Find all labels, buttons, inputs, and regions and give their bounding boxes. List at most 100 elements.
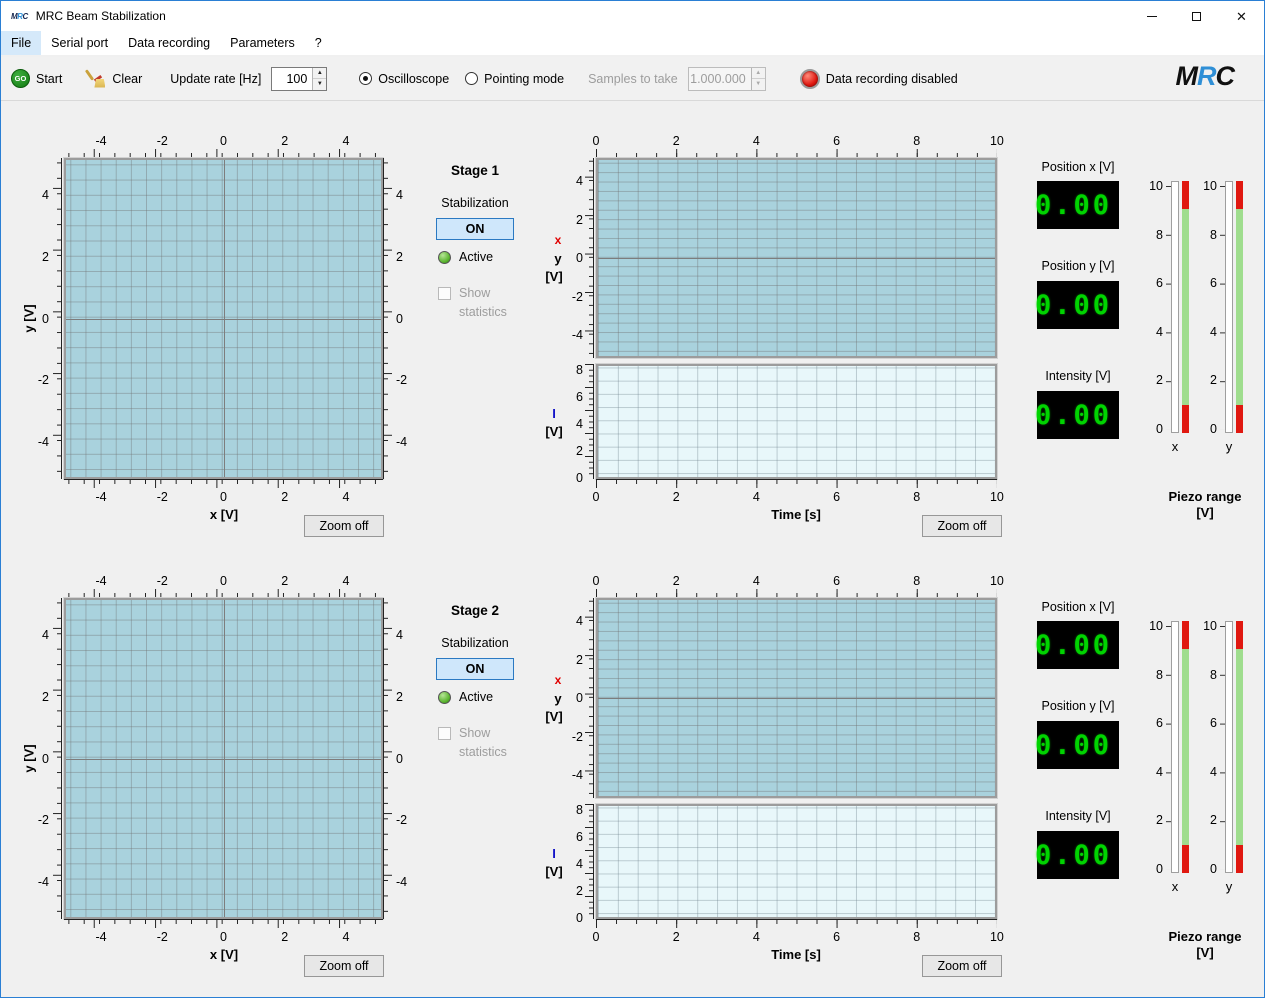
maximize-button[interactable] xyxy=(1174,1,1219,31)
spin-down-icon[interactable]: ▼ xyxy=(313,79,326,90)
stage-1-section: -4-2024 420-2-4 420-2-4 y [V] -4-2024 x … xyxy=(1,101,1264,541)
xy-zoom-off-button[interactable]: Zoom off xyxy=(304,955,384,977)
window-title: MRC Beam Stabilization xyxy=(36,9,166,23)
time-top-axis-labels: 0246810 xyxy=(584,574,1009,588)
update-rate-value[interactable]: 100 xyxy=(272,68,312,90)
tick-label: 8 xyxy=(905,574,929,588)
tick-label: 10 xyxy=(985,134,1009,148)
piezo-y-track xyxy=(1225,181,1233,433)
tick-label: 10 xyxy=(985,574,1009,588)
oscilloscope-radio[interactable] xyxy=(359,72,372,85)
intensity-plot-area[interactable] xyxy=(596,804,997,919)
pointing-mode-radio[interactable] xyxy=(465,72,478,85)
time-xy-plot-area[interactable] xyxy=(596,158,997,358)
xy-bottom-axis-labels: -4-2024 xyxy=(89,490,358,504)
position-y-display: 0.00 xyxy=(1037,721,1119,769)
piezo-y-scale-labels: 1086420 xyxy=(1197,618,1217,877)
tick-label: 4 xyxy=(744,574,768,588)
xy-zoom-off-button[interactable]: Zoom off xyxy=(304,515,384,537)
tick-label: -4 xyxy=(396,434,420,450)
tick-label: 0 xyxy=(396,751,420,767)
piezo-x-track xyxy=(1171,181,1179,433)
pointing-mode-label[interactable]: Pointing mode xyxy=(484,72,564,86)
oscilloscope-label[interactable]: Oscilloscope xyxy=(378,72,449,86)
close-button[interactable]: ✕ xyxy=(1219,1,1264,31)
time-zoom-off-button[interactable]: Zoom off xyxy=(922,515,1002,537)
recording-led-icon[interactable] xyxy=(800,69,820,89)
position-y-display: 0.00 xyxy=(1037,281,1119,329)
tick-label: 8 xyxy=(1143,227,1163,243)
piezo-x-axis-label: x xyxy=(1161,879,1189,894)
tick-label: 10 xyxy=(1197,178,1217,194)
active-label: Active xyxy=(459,250,509,264)
show-statistics-checkbox[interactable] xyxy=(438,287,451,300)
xy-right-axis-labels: 420-2-4 xyxy=(396,627,420,890)
tick-label: 0 xyxy=(584,930,608,944)
tick-label: 8 xyxy=(1197,667,1217,683)
clear-button[interactable]: Clear xyxy=(112,72,142,86)
xy-top-ticks xyxy=(64,589,383,598)
tick-label: 6 xyxy=(825,574,849,588)
position-x-display: 0.00 xyxy=(1037,181,1119,229)
tick-label: -4 xyxy=(549,767,583,783)
position-x-label: Position x [V] xyxy=(1027,600,1129,614)
intensity-left-ticks xyxy=(585,364,594,479)
y-series-label: y xyxy=(541,251,575,266)
mrc-logo: MRC xyxy=(1176,61,1235,92)
intensity-plot-area[interactable] xyxy=(596,364,997,479)
tick-label: 6 xyxy=(549,829,583,845)
tick-label: 8 xyxy=(905,134,929,148)
xy-xlabel: x [V] xyxy=(164,947,284,962)
minimize-button[interactable] xyxy=(1129,1,1174,31)
spin-up-icon[interactable]: ▲ xyxy=(313,68,326,80)
tick-label: 2 xyxy=(273,574,297,588)
position-y-label: Position y [V] xyxy=(1027,259,1129,273)
stabilization-on-button[interactable]: ON xyxy=(436,218,514,240)
position-y-value: 0.00 xyxy=(1035,290,1119,321)
time-bottom-axis-labels: 0246810 xyxy=(584,490,1009,504)
clear-broom-icon[interactable] xyxy=(86,69,106,89)
xy-left-ticks xyxy=(53,598,62,919)
update-rate-spinner[interactable]: 100 ▲▼ xyxy=(271,67,327,91)
start-go-icon[interactable]: GO xyxy=(11,69,30,88)
time-xy-plot-area[interactable] xyxy=(596,598,997,798)
tick-label: 4 xyxy=(549,613,583,629)
intensity-value: 0.00 xyxy=(1035,400,1119,431)
xy-plot-area[interactable] xyxy=(64,158,383,479)
time-zoom-off-button[interactable]: Zoom off xyxy=(922,955,1002,977)
title-bar[interactable]: MRC MRC Beam Stabilization ✕ xyxy=(1,1,1264,31)
tick-label: 4 xyxy=(744,134,768,148)
tick-label: 2 xyxy=(549,443,583,459)
xy-right-ticks xyxy=(383,598,392,919)
stabilization-on-button[interactable]: ON xyxy=(436,658,514,680)
xy-plot-area[interactable] xyxy=(64,598,383,919)
close-icon: ✕ xyxy=(1236,10,1247,23)
piezo-range-title-line1: Piezo range xyxy=(1147,929,1263,945)
i-unit-label: [V] xyxy=(537,424,571,439)
tick-label: -2 xyxy=(17,812,49,828)
tick-label: 2 xyxy=(17,689,49,705)
menu-parameters[interactable]: Parameters xyxy=(220,31,305,55)
time-zero-line xyxy=(598,258,995,259)
menu-data-recording[interactable]: Data recording xyxy=(118,31,220,55)
xy-top-ticks xyxy=(64,149,383,158)
tick-label: 2 xyxy=(273,930,297,944)
menu-serial-port[interactable]: Serial port xyxy=(41,31,118,55)
show-statistics-checkbox[interactable] xyxy=(438,727,451,740)
tick-label: -2 xyxy=(150,930,174,944)
xy-xlabel: x [V] xyxy=(164,507,284,522)
position-x-label: Position x [V] xyxy=(1027,160,1129,174)
tick-label: 2 xyxy=(1143,372,1163,388)
tick-label: 4 xyxy=(17,187,49,203)
menu-help[interactable]: ? xyxy=(305,31,332,55)
menu-file[interactable]: File xyxy=(1,31,41,55)
tick-label: 8 xyxy=(1143,667,1163,683)
piezo-range-title-line2: [V] xyxy=(1147,945,1263,961)
time-zero-line xyxy=(598,698,995,699)
tick-label: 2 xyxy=(396,689,420,705)
tick-label: -4 xyxy=(89,134,113,148)
start-button[interactable]: Start xyxy=(36,72,62,86)
tick-label: 2 xyxy=(664,574,688,588)
tick-label: 0 xyxy=(549,470,583,486)
piezo-x-range-bar xyxy=(1182,621,1189,873)
